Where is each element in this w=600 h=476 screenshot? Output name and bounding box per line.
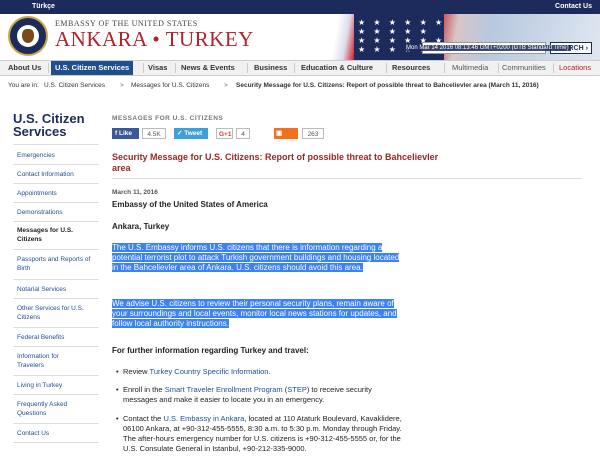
sidebar-item-appointments[interactable]: Appointments [17,189,103,198]
nav-communities[interactable]: Communities [502,61,546,75]
sidebar-title: U.S. Citizen Services [13,111,85,139]
sidebar-item-demonstrations[interactable]: Demonstrations [17,208,103,217]
share-count: 263 [302,128,324,139]
step-program-link[interactable]: Smart Traveler Enrollment Program [165,385,283,394]
section-eyebrow: MESSAGES FOR U.S. CITIZENS [112,115,224,122]
sidebar-item-federal-benefits[interactable]: Federal Benefits [17,333,103,342]
breadcrumb-current: Security Message for U.S. Citizens: Repo… [236,82,539,89]
step-link[interactable]: STEP [287,385,307,394]
top-bar: Türkçe Contact Us [0,0,600,14]
article-date: March 11, 2016 [112,189,158,196]
subheading: For further information regarding Turkey… [112,346,309,355]
list-item: • Contact the U.S. Embassy in Ankara, lo… [116,414,402,453]
sidebar-item-notarial[interactable]: Notarial Services [17,285,103,294]
site-header: EMBASSY OF THE UNITED STATES ANKARA • TU… [0,14,600,60]
facebook-like-button[interactable]: f Like [112,128,139,139]
article-location: Ankara, Turkey [112,222,170,231]
breadcrumb: You are in: U.S. Citizen Services > Mess… [8,82,539,89]
like-label: Like [118,130,132,137]
embassy-ankara-link[interactable]: U.S. Embassy in Ankara [163,414,244,423]
paragraph-1: The U.S. Embassy informs U.S. citizens t… [112,243,402,273]
list-item: • Review Turkey Country Specific Informa… [116,367,271,376]
sidebar: U.S. Citizen Services [13,112,99,138]
nav-about-us[interactable]: About Us [8,61,41,75]
sidebar-item-travelers[interactable]: Information for Travelers [17,352,87,370]
sidebar-item-contact-us[interactable]: Contact Us [17,429,103,438]
list-item: • Enroll in the Smart Traveler Enrollmen… [116,385,372,404]
nav-business[interactable]: Business [254,61,287,75]
divider [112,178,582,179]
gplus-count: 4 [236,128,250,139]
site-title[interactable]: ANKARA • TURKEY [55,27,254,52]
sidebar-item-messages[interactable]: Messages for U.S. Citizens [17,226,93,244]
nav-news-events[interactable]: News & Events [181,61,235,75]
country-info-link[interactable]: Turkey Country Specific Information [150,367,269,376]
tweet-button[interactable]: ✓ Tweet [174,128,208,139]
sidebar-item-contact-information[interactable]: Contact Information [17,170,103,179]
nav-citizen-services[interactable]: U.S. Citizen Services [51,61,134,75]
nav-visas[interactable]: Visas [148,61,167,75]
share-label: Share [276,141,295,148]
sidebar-item-emergencies[interactable]: Emergencies [17,151,103,160]
embassy-seal-icon[interactable] [8,16,48,56]
nav-multimedia[interactable]: Multimedia [452,61,488,75]
article-from: Embassy of the United States of America [112,200,268,209]
sidebar-item-other-services[interactable]: Other Services for U.S. Citizens [17,304,97,322]
breadcrumb-messages[interactable]: Messages for U.S. Citizens [131,82,209,89]
like-count: 4.5K [142,128,166,139]
gplus-button[interactable]: G+1 [216,128,233,139]
main-nav: About Us U.S. Citizen Services Visas New… [0,60,600,76]
share-button[interactable]: ▣ Share [274,128,298,148]
nav-education-culture[interactable]: Education & Culture [301,61,373,75]
sidebar-item-passports[interactable]: Passports and Reports of Birth [17,255,97,273]
share-icon: ▣ [276,130,283,137]
page-title: Security Message for U.S. Citizens: Repo… [112,152,439,173]
sidebar-item-faq[interactable]: Frequently Asked Questions [17,400,87,418]
clock-text: Mon Mar 14 2016 08:13:46 GMT+0200 (GTB S… [404,45,571,51]
nav-locations[interactable]: Locations [559,61,591,75]
tweet-label: Tweet [184,130,203,137]
breadcrumb-citizen-services[interactable]: U.S. Citizen Services [44,82,105,89]
paragraph-1-text: The U.S. Embassy informs U.S. citizens t… [112,243,400,272]
paragraph-2-text: We advise U.S. citizens to review their … [112,299,397,328]
sidebar-item-living-in-turkey[interactable]: Living in Turkey [17,381,103,390]
language-link[interactable]: Türkçe [32,3,55,10]
nav-resources[interactable]: Resources [392,61,430,75]
paragraph-2: We advise U.S. citizens to review their … [112,299,402,329]
contact-link[interactable]: Contact Us [555,3,592,10]
breadcrumb-prefix: You are in: [8,82,39,89]
